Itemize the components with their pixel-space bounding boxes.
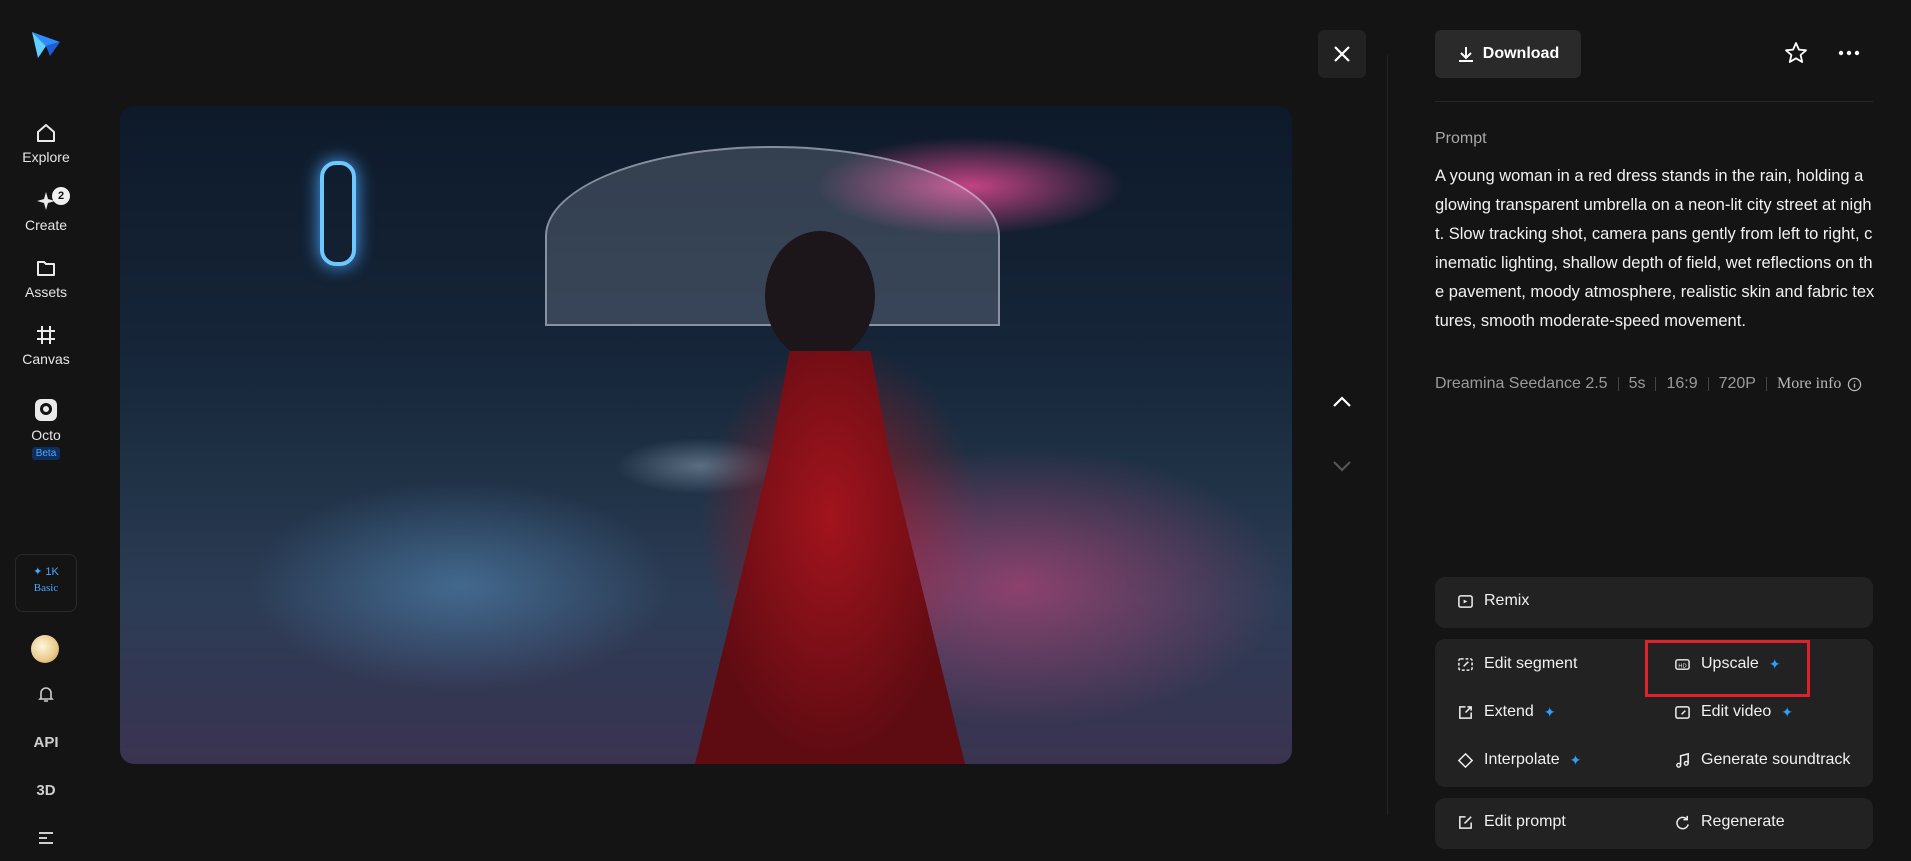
music-note-icon xyxy=(1676,752,1689,768)
edit-segment-label: Edit segment xyxy=(1484,655,1578,672)
folder-icon xyxy=(37,261,55,276)
next-button[interactable] xyxy=(1330,454,1354,483)
interpolate-label: Interpolate xyxy=(1484,751,1560,768)
canvas-icon xyxy=(37,326,55,344)
sparkle-icon: ✦ xyxy=(1569,751,1582,768)
edit-prompt-button[interactable]: Edit prompt xyxy=(1457,813,1566,831)
figure-head xyxy=(765,231,875,361)
meta-separator xyxy=(1707,377,1709,391)
close-button[interactable] xyxy=(1318,30,1366,78)
notifications-button[interactable] xyxy=(0,684,92,708)
sidebar-item-label: Explore xyxy=(22,149,70,165)
edit-prompt-icon xyxy=(1459,815,1472,829)
regenerate-label: Regenerate xyxy=(1701,813,1785,830)
remix-button[interactable]: Remix xyxy=(1457,592,1529,610)
more-info-link[interactable]: More info xyxy=(1777,375,1862,393)
meta-separator xyxy=(1617,377,1619,391)
meta-separator xyxy=(1655,377,1657,391)
more-options-button[interactable] xyxy=(1838,44,1860,67)
sidebar: Explore 2 Create Assets Canvas Octo Beta… xyxy=(0,0,92,861)
prompt-text: A young woman in a red dress stands in t… xyxy=(1435,167,1875,330)
info-icon xyxy=(1848,377,1862,391)
home-icon xyxy=(37,124,55,142)
download-icon xyxy=(1458,47,1473,62)
edit-segment-button[interactable]: Edit segment xyxy=(1457,655,1577,673)
credits-widget[interactable]: ✦ 1K Basic xyxy=(15,554,77,612)
menu-icon xyxy=(39,832,53,844)
sidebar-item-explore[interactable]: Explore xyxy=(0,122,92,165)
edit-video-label: Edit video xyxy=(1701,703,1772,720)
edit-video-button[interactable]: Edit video ✦ xyxy=(1674,703,1793,721)
model-name: Dreamina Seedance 2.5 xyxy=(1435,375,1608,392)
video-preview[interactable] xyxy=(120,106,1292,764)
api-button[interactable]: API xyxy=(0,734,92,751)
interpolate-button[interactable]: Interpolate ✦ xyxy=(1457,751,1581,769)
generation-meta: Dreamina Seedance 2.5 5s 16:9 720P More … xyxy=(1435,375,1862,393)
edit-video-icon xyxy=(1675,705,1690,719)
header-divider xyxy=(1435,101,1873,102)
close-icon xyxy=(1334,46,1350,62)
previous-button[interactable] xyxy=(1330,390,1354,419)
app-root: Explore 2 Create Assets Canvas Octo Beta… xyxy=(0,0,1911,861)
resolution: 720P xyxy=(1718,375,1756,392)
plan-label: Basic xyxy=(33,582,59,594)
interpolate-icon xyxy=(1457,752,1474,768)
neon-sign xyxy=(320,161,356,266)
app-logo-icon[interactable] xyxy=(28,28,64,64)
sidebar-item-assets[interactable]: Assets xyxy=(0,257,92,300)
chevron-down-icon xyxy=(1333,461,1351,472)
beta-tag: Beta xyxy=(31,447,61,460)
edit-segment-icon xyxy=(1458,657,1473,671)
edit-prompt-label: Edit prompt xyxy=(1484,813,1566,830)
bell-icon xyxy=(38,687,54,702)
regenerate-button[interactable]: Regenerate xyxy=(1674,813,1785,831)
sidebar-item-canvas[interactable]: Canvas xyxy=(0,324,92,367)
download-label: Download xyxy=(1482,45,1560,62)
extend-label: Extend xyxy=(1484,703,1534,720)
download-button[interactable]: Download xyxy=(1435,30,1581,78)
meta-separator xyxy=(1765,377,1767,391)
star-icon xyxy=(1785,42,1807,63)
octo-icon xyxy=(35,399,57,421)
more-horizontal-icon xyxy=(1838,50,1860,56)
sidebar-item-label: Assets xyxy=(24,284,67,300)
more-info-label: More info xyxy=(1776,375,1842,392)
aspect-ratio: 16:9 xyxy=(1666,375,1698,392)
sidebar-item-label: Octo xyxy=(31,427,61,443)
prompt-title: Prompt xyxy=(1435,130,1487,147)
create-count-badge: 2 xyxy=(52,187,70,205)
favorite-button[interactable] xyxy=(1784,41,1808,70)
panel-divider xyxy=(1387,55,1388,815)
generate-soundtrack-label: Generate soundtrack xyxy=(1701,751,1851,768)
credits-amount: ✦ 1K xyxy=(33,566,59,578)
sidebar-item-octo[interactable]: Octo Beta xyxy=(0,398,92,461)
extend-icon xyxy=(1459,705,1472,719)
generate-soundtrack-button[interactable]: Generate soundtrack xyxy=(1674,751,1850,769)
sidebar-item-label: Create xyxy=(24,217,68,233)
regenerate-icon xyxy=(1676,815,1689,829)
sidebar-item-create[interactable]: 2 Create xyxy=(0,187,92,233)
3d-button[interactable]: 3D xyxy=(0,782,92,799)
chevron-up-icon xyxy=(1333,396,1351,407)
remix-icon xyxy=(1458,594,1473,608)
extend-button[interactable]: Extend ✦ xyxy=(1457,703,1556,721)
sparkle-icon: ✦ xyxy=(1543,703,1556,720)
sidebar-item-label: Canvas xyxy=(22,351,70,367)
figure-dress xyxy=(695,351,965,764)
menu-button[interactable] xyxy=(0,830,92,850)
upscale-highlight-box xyxy=(1645,640,1810,697)
avatar[interactable] xyxy=(31,635,59,663)
remix-label: Remix xyxy=(1484,592,1530,609)
sparkle-icon: ✦ xyxy=(1781,703,1793,720)
duration: 5s xyxy=(1628,375,1646,392)
